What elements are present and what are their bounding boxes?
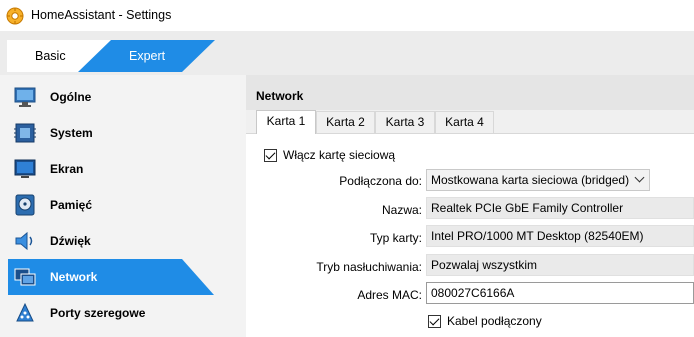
tab-adapter-1[interactable]: Karta 1 (256, 110, 316, 135)
promiscuous-mode-value: Pozwalaj wszystkim (431, 258, 538, 272)
sidebar-active-highlight (8, 259, 214, 295)
sidebar-item-label: System (50, 126, 93, 140)
name-field[interactable]: Realtek PCIe GbE Family Controller (426, 197, 694, 219)
attached-to-value: Mostkowana karta sieciowa (bridged) (431, 173, 630, 187)
window-title: HomeAssistant - Settings (31, 8, 172, 22)
mac-address-input[interactable]: 080027C6166A (426, 282, 694, 304)
sidebar-item-label: Dźwięk (50, 234, 91, 248)
adapter-type-label: Typ karty: (369, 231, 422, 245)
cable-connected-label: Kabel podłączony (447, 314, 542, 328)
tab-adapter-4[interactable]: Karta 4 (435, 111, 494, 133)
expert-mode-label: Expert (129, 49, 166, 63)
adapter-type-value: Intel PRO/1000 MT Desktop (82540EM) (431, 229, 644, 243)
sidebar-item-label: Ogólne (50, 90, 92, 104)
enable-adapter-checkbox[interactable]: Włącz kartę sieciową (264, 148, 395, 162)
network-icon (14, 268, 36, 286)
adapter-tab-content: Włącz kartę sieciową Podłączona do: Most… (246, 134, 694, 337)
section-header: Network (246, 75, 694, 110)
promiscuous-mode-field[interactable]: Pozwalaj wszystkim (426, 254, 694, 276)
attached-to-select[interactable]: Mostkowana karta sieciowa (bridged) (426, 169, 650, 191)
attached-to-label: Podłączona do: (339, 174, 422, 188)
storage-disk-icon (15, 194, 35, 216)
sidebar-item-label: Porty szeregowe (50, 306, 146, 320)
sidebar-item-network[interactable]: Network (8, 259, 214, 295)
sidebar-item-audio[interactable]: Dźwięk (8, 223, 214, 259)
title-bar: HomeAssistant - Settings (0, 0, 694, 31)
mac-address-label: Adres MAC: (357, 288, 422, 302)
app-logo-icon (6, 7, 24, 25)
expert-mode-tab[interactable]: Expert (78, 40, 215, 72)
general-monitor-icon (14, 87, 36, 107)
sidebar-item-general[interactable]: Ogólne (8, 79, 214, 115)
promiscuous-mode-label: Tryb nasłuchiwania: (316, 260, 422, 274)
mac-address-value: 080027C6166A (431, 286, 515, 300)
chevron-down-icon (634, 172, 645, 183)
sidebar-item-storage[interactable]: Pamięć (8, 187, 214, 223)
tab-adapter-3[interactable]: Karta 3 (375, 111, 435, 133)
settings-sidebar: Ogólne System Ekran Pamięć Dźwięk Networ… (0, 75, 246, 337)
serial-ports-icon (16, 302, 34, 322)
basic-mode-label: Basic (35, 49, 66, 63)
network-settings-panel: Network Karta 1 Karta 2 Karta 3 Karta 4 … (246, 75, 694, 337)
enable-adapter-label: Włącz kartę sieciową (283, 148, 396, 162)
sidebar-item-display[interactable]: Ekran (8, 151, 214, 187)
sidebar-item-serial-ports[interactable]: Porty szeregowe (8, 295, 214, 331)
cable-connected-checkbox[interactable]: Kabel podłączony (428, 314, 542, 328)
name-value: Realtek PCIe GbE Family Controller (431, 201, 624, 215)
sidebar-item-label: Network (50, 270, 98, 284)
system-chip-icon (14, 123, 36, 143)
display-icon (14, 159, 36, 178)
sidebar-item-system[interactable]: System (8, 115, 214, 151)
enable-adapter-check[interactable] (264, 148, 277, 162)
tab-adapter-2[interactable]: Karta 2 (316, 111, 375, 133)
sidebar-item-label: Pamięć (50, 198, 93, 212)
audio-speaker-icon (15, 231, 33, 251)
name-label: Nazwa: (381, 203, 422, 217)
cable-connected-check[interactable] (428, 314, 441, 328)
adapter-type-field[interactable]: Intel PRO/1000 MT Desktop (82540EM) (426, 225, 694, 247)
sidebar-item-label: Ekran (50, 162, 84, 176)
page-title: Network (256, 89, 304, 103)
